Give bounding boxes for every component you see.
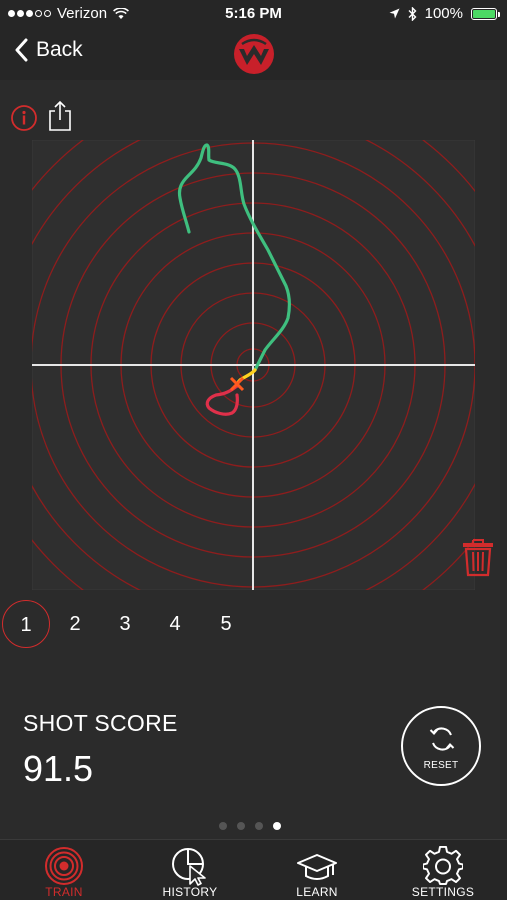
status-bar: Verizon 5:16 PM 100% <box>0 0 507 28</box>
reset-label: RESET <box>423 760 459 771</box>
shot-selector: 1 2 3 4 5 <box>0 600 300 650</box>
info-icon[interactable] <box>10 104 38 132</box>
page-dot[interactable] <box>219 822 227 830</box>
tab-history-label: HISTORY <box>162 885 218 899</box>
tab-learn[interactable]: LEARN <box>254 840 380 900</box>
refresh-icon <box>429 727 455 751</box>
tab-learn-label: LEARN <box>296 885 338 899</box>
shot-tab-3[interactable]: 3 <box>101 600 149 648</box>
tab-bar: TRAIN HISTORY LEARN SETTINGS <box>0 839 507 900</box>
page-indicator <box>219 822 281 830</box>
trash-icon[interactable] <box>461 537 495 577</box>
battery-percent: 100% <box>424 5 463 22</box>
page-dot[interactable] <box>255 822 263 830</box>
shot-tab-2[interactable]: 2 <box>51 600 99 648</box>
shot-tab-4[interactable]: 4 <box>151 600 199 648</box>
graduation-cap-icon <box>297 854 337 880</box>
page-dot[interactable] <box>237 822 245 830</box>
tab-train[interactable]: TRAIN <box>1 840 127 900</box>
mantis-logo-icon <box>234 34 274 74</box>
status-right: 100% <box>389 5 500 22</box>
target-plot <box>32 140 475 590</box>
target-icon <box>45 847 83 885</box>
share-icon[interactable] <box>46 100 74 132</box>
tab-history[interactable]: HISTORY <box>127 840 253 900</box>
bluetooth-icon <box>408 6 417 21</box>
shot-tab-1[interactable]: 1 <box>2 600 50 648</box>
tab-settings[interactable]: SETTINGS <box>380 840 506 900</box>
back-label: Back <box>36 38 83 61</box>
gear-icon <box>423 846 463 885</box>
tab-train-label: TRAIN <box>45 885 83 899</box>
chevron-left-icon <box>15 38 28 62</box>
reset-button[interactable]: RESET <box>401 706 481 786</box>
battery-icon <box>471 7 500 20</box>
shot-tab-5[interactable]: 5 <box>202 600 250 648</box>
screen: Verizon 5:16 PM 100% Back 1 2 3 4 5 SHOT… <box>0 0 507 900</box>
location-arrow-icon <box>389 8 400 19</box>
tab-settings-label: SETTINGS <box>411 885 475 899</box>
page-dot-active[interactable] <box>273 822 281 830</box>
back-button[interactable]: Back <box>14 38 83 62</box>
shot-score-label: SHOT SCORE <box>23 710 178 736</box>
shot-score-value: 91.5 <box>23 748 94 789</box>
history-icon <box>172 848 206 886</box>
nav-bar: Back <box>0 28 507 80</box>
